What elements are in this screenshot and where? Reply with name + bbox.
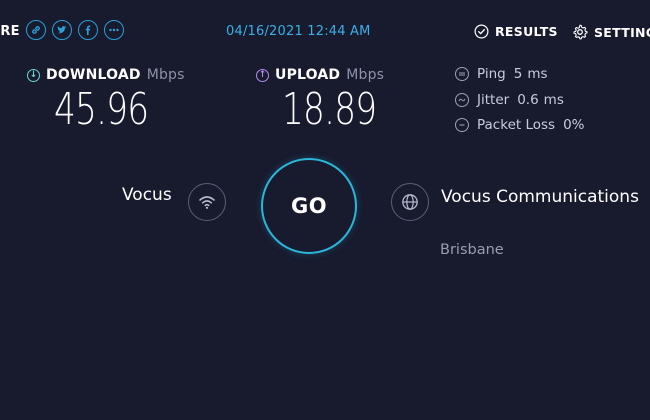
jitter-icon (455, 93, 469, 107)
go-button[interactable]: GO (261, 158, 357, 254)
test-datetime: 04/16/2021 12:44 AM (226, 24, 371, 39)
download-label: DOWNLOAD (46, 67, 141, 83)
packet-loss-value: 0% (563, 117, 585, 133)
more-icon[interactable] (104, 20, 124, 40)
ping-value: 5 (513, 66, 523, 82)
upload-header: ↑ UPLOAD Mbps (256, 67, 384, 83)
wifi-icon (188, 183, 226, 221)
ping-row: Ping 5 ms (455, 66, 548, 82)
jitter-value: 0.6 (517, 92, 539, 108)
upload-label: UPLOAD (275, 67, 341, 83)
share-icons (26, 20, 124, 40)
packet-loss-row: Packet Loss 0% (455, 117, 585, 133)
globe-icon (391, 183, 429, 221)
share-label: ARE (0, 24, 20, 39)
results-label: RESULTS (495, 24, 558, 39)
link-icon[interactable] (26, 20, 46, 40)
server-location: Brisbane (440, 242, 504, 258)
upload-unit: Mbps (346, 67, 385, 83)
twitter-icon[interactable] (52, 20, 72, 40)
packet-loss-icon (455, 118, 469, 132)
download-arrow-icon: ↓ (27, 68, 40, 82)
ping-icon (455, 67, 469, 81)
download-value: 45.96 (54, 84, 149, 135)
results-link[interactable]: RESULTS (474, 24, 558, 39)
upload-value: 18.89 (282, 84, 377, 135)
gear-icon (573, 24, 588, 40)
ping-label: Ping (477, 66, 506, 82)
jitter-label: Jitter (477, 92, 510, 108)
ping-unit: ms (527, 66, 548, 82)
jitter-row: Jitter 0.6 ms (455, 92, 564, 108)
download-unit: Mbps (146, 67, 185, 83)
check-circle-icon (474, 24, 489, 39)
settings-link[interactable]: SETTING (572, 24, 650, 40)
jitter-unit: ms (543, 92, 564, 108)
settings-label: SETTING (594, 24, 650, 40)
isp-name[interactable]: Vocus (122, 185, 172, 205)
server-name[interactable]: Vocus Communications (441, 183, 641, 211)
packet-loss-label: Packet Loss (477, 117, 556, 133)
upload-arrow-icon: ↑ (256, 68, 269, 82)
facebook-icon[interactable] (78, 20, 98, 40)
download-header: ↓ DOWNLOAD Mbps (27, 67, 185, 83)
